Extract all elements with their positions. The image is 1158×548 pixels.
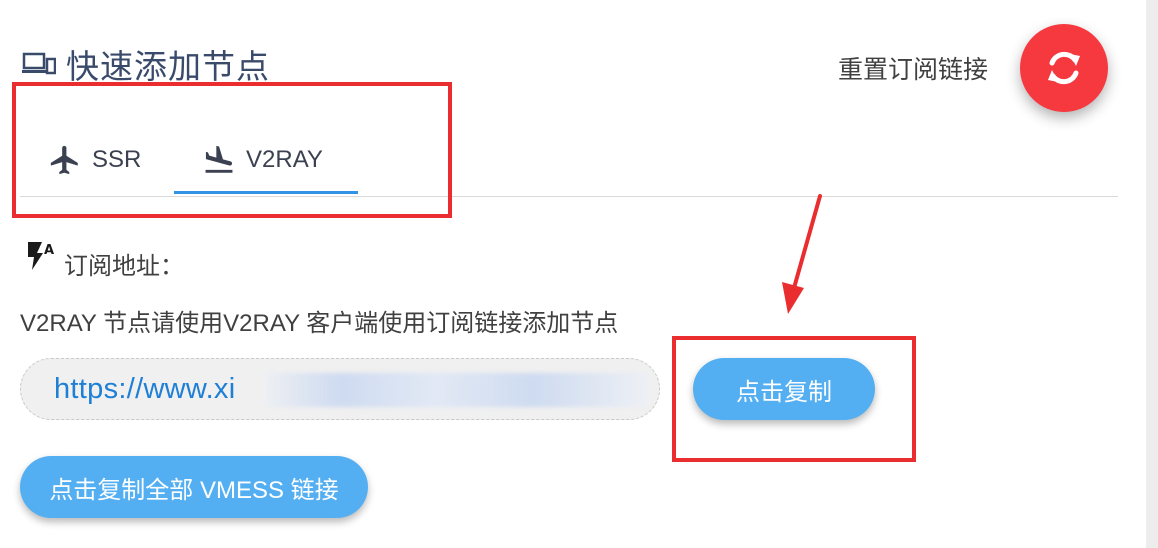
- copy-all-vmess-button[interactable]: 点击复制全部 VMESS 链接: [20, 456, 368, 518]
- annotation-box-tabs: [12, 82, 452, 218]
- annotation-box-copy: [672, 336, 916, 462]
- page-title: 快速添加节点: [66, 48, 270, 85]
- annotation-arrow-icon: [782, 194, 822, 314]
- add-node-card: 快速添加节点 重置订阅链接 SSR V2RAY A 订阅地址： V2RAY 节点…: [0, 0, 1146, 548]
- devices-icon: [22, 52, 56, 75]
- subscription-url-field[interactable]: https://www.xi: [20, 358, 660, 420]
- page-scroll-edge: [1146, 0, 1158, 548]
- reset-subscription-button[interactable]: [1020, 24, 1108, 112]
- reset-subscription-label: 重置订阅链接: [838, 56, 989, 84]
- flash-auto-icon: A: [28, 242, 54, 270]
- svg-text:A: A: [44, 243, 54, 258]
- subscription-url-value: https://www.xi: [54, 372, 236, 405]
- subscription-address-label: 订阅地址：: [64, 253, 184, 280]
- url-redaction-blur: [263, 373, 649, 407]
- subscription-description: V2RAY 节点请使用V2RAY 客户端使用订阅链接添加节点: [20, 310, 619, 337]
- refresh-icon: [1048, 51, 1080, 85]
